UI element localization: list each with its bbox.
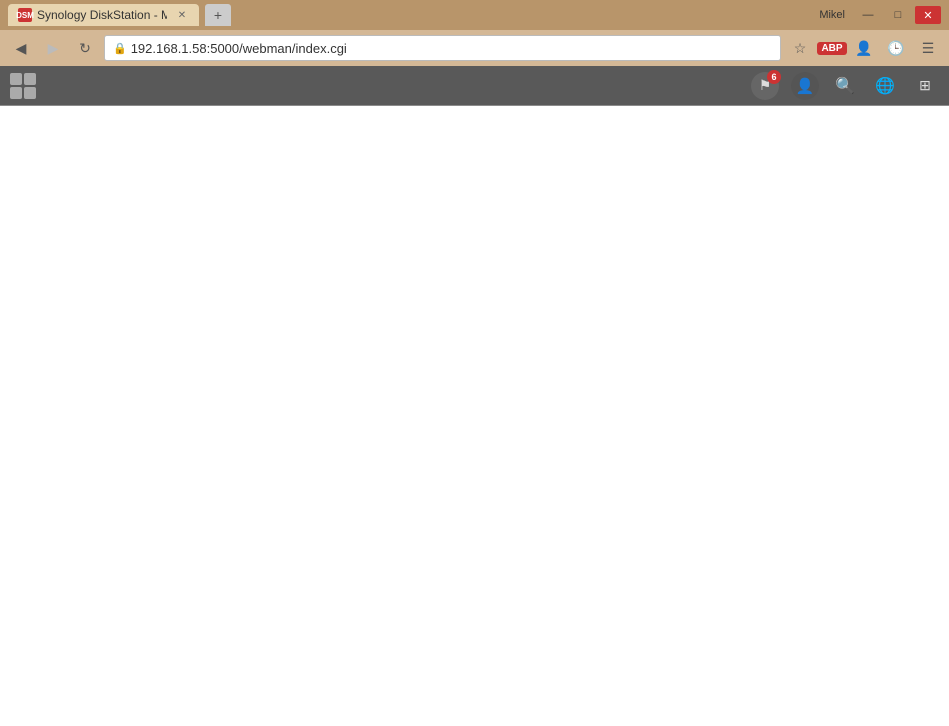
tab-close-button[interactable]: ✕ <box>175 8 189 22</box>
logo-square-2 <box>24 73 36 85</box>
forward-button[interactable]: ▶ <box>40 35 66 61</box>
logo-square-4 <box>24 87 36 99</box>
address-lock-icon: 🔒 <box>113 42 127 55</box>
menu-icon[interactable]: ☰ <box>915 35 941 61</box>
refresh-button[interactable]: ↻ <box>72 35 98 61</box>
history-icon[interactable]: 🕒 <box>883 35 909 61</box>
window-controls: Mikel — □ ✕ <box>819 6 941 24</box>
logo-square-3 <box>10 87 22 99</box>
back-button[interactable]: ◀ <box>8 35 34 61</box>
adblock-badge: ABP <box>817 42 846 55</box>
dsm-taskbar: ⚑ 6 👤 🔍 🌐 ⊞ <box>0 66 949 106</box>
maximize-button[interactable]: □ <box>885 6 911 24</box>
search-icon[interactable]: 🔍 <box>831 72 859 100</box>
active-tab[interactable]: DSM Synology DiskStation - Mi ✕ <box>8 4 199 26</box>
browser-chrome: DSM Synology DiskStation - Mi ✕ + Mikel … <box>0 0 949 66</box>
notification-badge: 6 <box>767 70 781 84</box>
profile-icon[interactable]: 👤 <box>851 35 877 61</box>
window-user-label: Mikel <box>819 9 845 21</box>
nav-bar: ◀ ▶ ↻ 🔒 192.168.1.58:5000/webman/index.c… <box>0 30 949 66</box>
new-tab-button[interactable]: + <box>205 4 231 26</box>
tab-favicon: DSM <box>18 8 32 22</box>
network-icon[interactable]: 🌐 <box>871 72 899 100</box>
bookmark-icon[interactable]: ☆ <box>787 35 813 61</box>
user-menu-icon[interactable]: 👤 <box>791 72 819 100</box>
address-bar[interactable]: 🔒 192.168.1.58:5000/webman/index.cgi <box>104 35 781 61</box>
close-button[interactable]: ✕ <box>915 6 941 24</box>
logo-square-1 <box>10 73 22 85</box>
nav-right-icons: ☆ ABP 👤 🕒 ☰ <box>787 35 941 61</box>
dsm-taskbar-right: ⚑ 6 👤 🔍 🌐 ⊞ <box>751 72 939 100</box>
layout-icon[interactable]: ⊞ <box>911 72 939 100</box>
address-url: 192.168.1.58:5000/webman/index.cgi <box>131 41 347 56</box>
tab-title: Synology DiskStation - Mi <box>37 8 167 22</box>
dsm-logo[interactable] <box>10 73 36 99</box>
adblock-button[interactable]: ABP <box>819 35 845 61</box>
notification-icon[interactable]: ⚑ 6 <box>751 72 779 100</box>
dsm-interface: ⚑ 6 👤 🔍 🌐 ⊞ Package Center <box>0 66 949 106</box>
minimize-button[interactable]: — <box>855 6 881 24</box>
title-bar: DSM Synology DiskStation - Mi ✕ + Mikel … <box>0 0 949 30</box>
